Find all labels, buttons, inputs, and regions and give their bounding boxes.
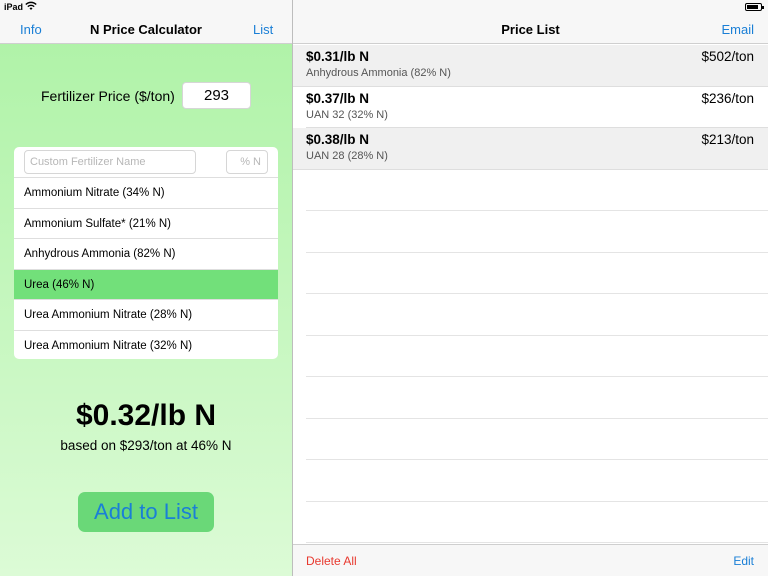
wifi-icon — [25, 1, 37, 10]
price-list-row[interactable]: $0.31/lb N Anhydrous Ammonia (82% N) $502/… — [293, 45, 768, 87]
battery-icon — [745, 3, 764, 11]
fertilizer-option[interactable]: Ammonium Nitrate (34% N) — [14, 177, 278, 208]
fertilizer-option[interactable]: Ammonium Sulfate* (21% N) — [14, 207, 278, 239]
price-per-lb-result: $0.32/lb N — [75, 399, 217, 432]
fertilizer-option[interactable]: Urea Ammonium Nitrate (32% N) — [14, 329, 278, 360]
custom-fertilizer-name-input[interactable]: Custom Fertilizer Name — [24, 150, 196, 174]
empty-list-row — [306, 336, 768, 377]
empty-list-row — [306, 419, 768, 460]
row-fertilizer-name: UAN 28 (28% N) — [306, 150, 388, 162]
row-price-per-ton: $236/ton — [701, 90, 754, 106]
price-list-row[interactable]: $0.38/lb N UAN 28 (28% N) $213/ton — [293, 128, 768, 170]
empty-list-row — [306, 377, 768, 419]
empty-list-row — [306, 170, 768, 211]
fertilizer-option[interactable]: Anhydrous Ammonia (82% N) — [14, 238, 278, 269]
row-price-per-ton: $213/ton — [701, 132, 754, 147]
calculator-pane: N Price Calculator Info List Fertilizer … — [0, 14, 292, 576]
add-to-list-button[interactable]: Add to List — [78, 492, 214, 532]
price-list-title: Price List — [501, 22, 560, 37]
empty-list-row — [306, 502, 768, 543]
info-button[interactable]: Info — [20, 22, 42, 37]
price-basis-text: based on $293/ton at 46% N — [60, 438, 232, 453]
fertilizer-list: Ammonium Nitrate (34% N) Ammonium Sulfate… — [14, 177, 278, 359]
empty-list-row — [306, 294, 768, 336]
fertilizer-price-input[interactable]: 293 — [182, 82, 251, 109]
custom-percent-n-input[interactable]: % N — [226, 150, 268, 174]
fertilizer-option[interactable]: Urea Ammonium Nitrate (28% N) — [14, 299, 278, 330]
row-price-per-lb: $0.37/lb N — [306, 90, 370, 106]
bottom-toolbar: Delete All Edit — [293, 544, 768, 576]
fertilizer-list-card: Custom Fertilizer Name % N Ammonium Nitr… — [14, 147, 278, 359]
email-button[interactable]: Email — [721, 22, 754, 37]
price-list-pane: Price List Email $0.31/lb N Anhydrous Amm… — [293, 14, 768, 576]
device-name: iPad — [4, 2, 24, 12]
calculator-title: N Price Calculator — [90, 22, 202, 37]
fertilizer-option[interactable]: Urea (46% N) — [14, 268, 278, 299]
delete-all-button[interactable]: Delete All — [306, 554, 357, 568]
edit-button[interactable]: Edit — [733, 554, 754, 568]
empty-list-row — [306, 211, 768, 253]
row-price-per-ton: $502/ton — [701, 49, 754, 64]
price-list-row[interactable]: $0.37/lb N UAN 32 (32% N) $236/ton — [306, 87, 768, 128]
row-price-per-lb: $0.31/lb N — [306, 49, 370, 64]
price-list: $0.31/lb N Anhydrous Ammonia (82% N) $502/… — [293, 45, 768, 543]
empty-list-row — [306, 460, 768, 502]
row-price-per-lb: $0.38/lb N — [306, 132, 370, 147]
list-button[interactable]: List — [253, 22, 273, 37]
status-bar: iPad — [0, 0, 768, 14]
empty-list-row — [306, 253, 768, 294]
fertilizer-price-label: Fertilizer Price ($/ton) — [41, 88, 175, 104]
left-nav-bar: N Price Calculator Info List — [0, 14, 292, 44]
right-nav-bar: Price List Email — [293, 14, 768, 44]
row-fertilizer-name: Anhydrous Ammonia (82% N) — [306, 67, 451, 79]
row-fertilizer-name: UAN 32 (32% N) — [306, 108, 388, 121]
